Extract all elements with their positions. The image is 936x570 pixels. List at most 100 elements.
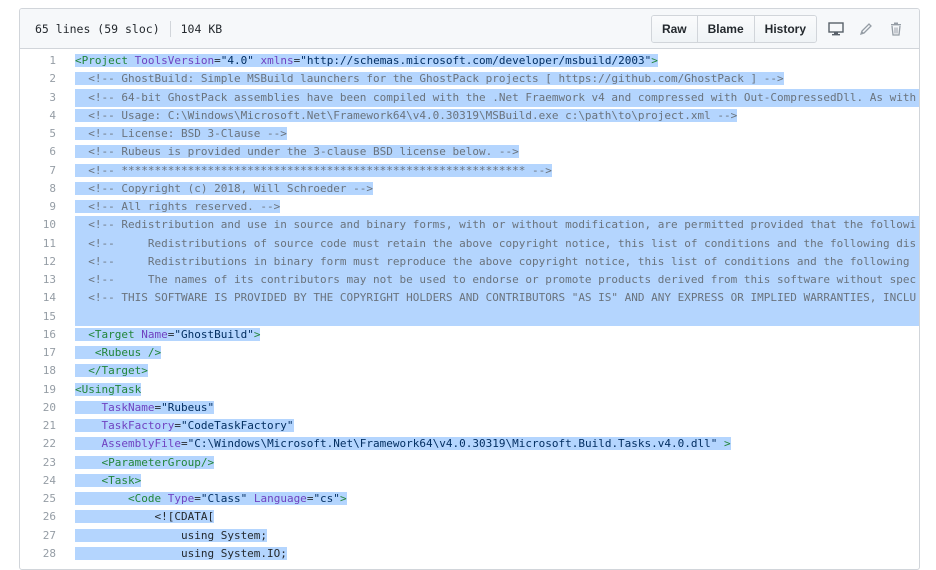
selected-text: <Task>: [75, 473, 142, 487]
view-button-group: Raw Blame History: [650, 14, 817, 43]
code-token: Type: [167, 492, 195, 505]
code-token: TaskName: [75, 400, 155, 414]
line-number[interactable]: 19: [20, 381, 75, 399]
code-line: 3 <!-- 64-bit GhostPack assemblies have …: [20, 88, 919, 107]
code-token: <!-- Rubeus is provided under the 3-clau…: [75, 145, 519, 159]
selected-text: <!-- Rubeus is provided under the 3-clau…: [75, 145, 519, 159]
line-number[interactable]: 11: [20, 235, 75, 253]
raw-button[interactable]: Raw: [651, 15, 698, 42]
line-content: <Code Type="Class" Language="cs">: [75, 490, 919, 508]
code-token: <!-- Copyright (c) 2018, Will Schroeder …: [75, 181, 374, 195]
line-number[interactable]: 12: [20, 253, 75, 271]
line-number[interactable]: 8: [20, 180, 75, 198]
code-line: 24 <Task>: [20, 472, 919, 490]
code-token: =: [180, 437, 188, 451]
line-number[interactable]: 26: [20, 508, 75, 526]
line-number[interactable]: 17: [20, 344, 75, 362]
line-number[interactable]: 24: [20, 472, 75, 490]
history-button[interactable]: History: [754, 15, 816, 42]
code-token: "4.0": [220, 54, 261, 67]
code-line: 8 <!-- Copyright (c) 2018, Will Schroede…: [20, 180, 919, 198]
code-line: 18 </Target>: [20, 362, 919, 380]
line-number[interactable]: 7: [20, 162, 75, 180]
line-content: <UsingTask: [75, 381, 919, 399]
selected-text: <Target Name="GhostBuild">: [75, 327, 261, 341]
trash-icon[interactable]: [885, 18, 907, 40]
line-number[interactable]: 4: [20, 107, 75, 125]
selected-text: using System;: [75, 528, 268, 542]
code-token: <!-- All rights reserved. -->: [75, 200, 281, 213]
code-view[interactable]: 1 <Project ToolsVersion="4.0" xmlns="http…: [20, 49, 919, 563]
line-content: <![CDATA[: [75, 508, 919, 526]
line-content: using System;: [75, 527, 919, 545]
code-token: <UsingTask: [75, 382, 142, 396]
code-token: <!-- Redistributions in binary form must…: [75, 254, 917, 268]
selected-text: <!-- Redistributions of source code must…: [75, 234, 919, 253]
code-token: <Code: [75, 492, 168, 505]
line-content: <!-- The names of its contributors may n…: [75, 271, 919, 290]
selected-text: <UsingTask: [75, 382, 142, 396]
code-token: >: [651, 54, 658, 67]
line-content: <!-- GhostBuild: Simple MSBuild launcher…: [75, 70, 919, 88]
line-content: <Project ToolsVersion="4.0" xmlns="http:…: [75, 52, 919, 70]
selected-text: <!-- Usage: C:\Windows\Microsoft.Net\Fra…: [75, 108, 738, 122]
code-token: <Project: [75, 54, 135, 67]
line-number[interactable]: 23: [20, 454, 75, 472]
selected-text: <Project ToolsVersion="4.0" xmlns="http:…: [75, 54, 658, 67]
line-number[interactable]: 28: [20, 545, 75, 563]
code-line: 22 AssemblyFile="C:\Windows\Microsoft.Ne…: [20, 435, 919, 453]
line-number[interactable]: 5: [20, 125, 75, 143]
selected-text: <Rubeus />: [75, 346, 162, 359]
line-number[interactable]: 2: [20, 70, 75, 88]
line-content: <Target Name="GhostBuild">: [75, 326, 919, 344]
code-token: "Rubeus": [161, 400, 215, 414]
code-token: <Target: [75, 327, 142, 341]
code-token: <!-- License: BSD 3-Clause -->: [75, 127, 287, 140]
code-token: >: [253, 327, 261, 341]
code-token: =: [194, 492, 201, 505]
line-number[interactable]: 13: [20, 271, 75, 289]
line-number[interactable]: 16: [20, 326, 75, 344]
line-number[interactable]: 15: [20, 308, 75, 326]
line-content: TaskName="Rubeus": [75, 399, 919, 417]
blame-button[interactable]: Blame: [697, 15, 755, 42]
line-number[interactable]: 14: [20, 289, 75, 307]
code-token: using System;: [75, 528, 268, 542]
code-token: Language: [253, 492, 307, 505]
line-number[interactable]: 10: [20, 216, 75, 234]
code-token: <!-- THIS SOFTWARE IS PROVIDED BY THE CO…: [75, 291, 917, 305]
line-content: <Task>: [75, 472, 919, 490]
code-line: 6 <!-- Rubeus is provided under the 3-cl…: [20, 143, 919, 161]
line-content: using System.IO;: [75, 545, 919, 563]
desktop-icon[interactable]: [825, 18, 847, 40]
code-token: <!-- Redistributions of source code must…: [75, 236, 917, 250]
line-number[interactable]: 20: [20, 399, 75, 417]
selected-text: <!-- Redistribution and use in source an…: [75, 216, 919, 235]
line-number[interactable]: 6: [20, 143, 75, 161]
code-token: "C:\Windows\Microsoft.Net\Framework64\v4…: [187, 437, 725, 451]
line-number[interactable]: 25: [20, 490, 75, 508]
code-token: "http://schemas.microsoft.com/developer/…: [300, 54, 652, 67]
code-line: 1 <Project ToolsVersion="4.0" xmlns="http…: [20, 52, 919, 70]
selected-text: TaskName="Rubeus": [75, 400, 215, 414]
code-token: <!-- Usage: C:\Windows\Microsoft.Net\Fra…: [75, 108, 738, 122]
line-number[interactable]: 27: [20, 527, 75, 545]
pencil-icon[interactable]: [855, 18, 877, 40]
line-number[interactable]: 3: [20, 89, 75, 107]
code-line: 27 using System;: [20, 527, 919, 545]
selected-text: </Target>: [75, 364, 148, 378]
file-info: 65 lines (59 sloc) 104 KB: [35, 20, 222, 37]
code-line: 7 <!-- *********************************…: [20, 162, 919, 180]
code-line: 21 TaskFactory="CodeTaskFactory": [20, 417, 919, 435]
line-content: <!-- License: BSD 3-Clause -->: [75, 125, 919, 143]
code-token: <Task>: [75, 473, 142, 487]
line-number[interactable]: 9: [20, 198, 75, 216]
line-number[interactable]: 22: [20, 435, 75, 453]
line-number[interactable]: 1: [20, 52, 75, 70]
selected-text: <!-- The names of its contributors may n…: [75, 271, 919, 290]
line-number[interactable]: 21: [20, 417, 75, 435]
code-line: 2 <!-- GhostBuild: Simple MSBuild launch…: [20, 70, 919, 88]
code-line: 19 <UsingTask: [20, 381, 919, 399]
line-number[interactable]: 18: [20, 362, 75, 380]
